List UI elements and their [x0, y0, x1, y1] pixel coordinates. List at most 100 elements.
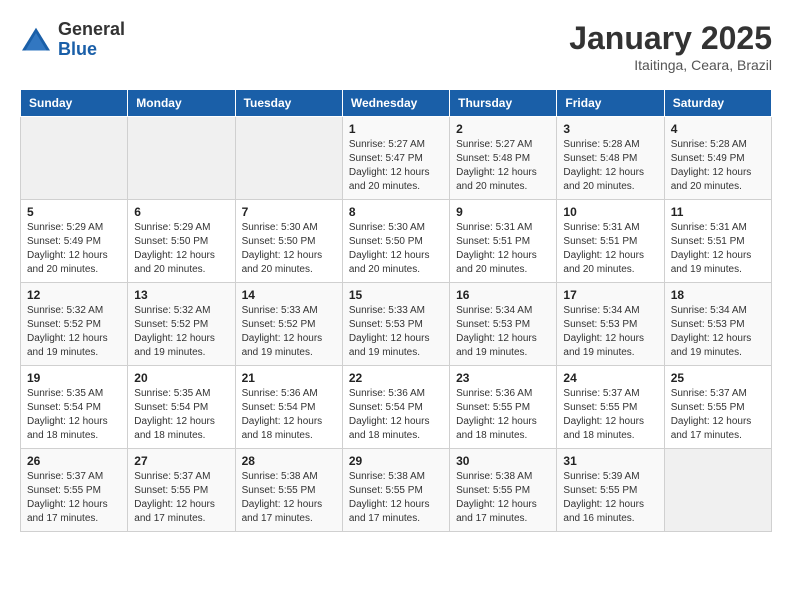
header-day-tuesday: Tuesday	[235, 90, 342, 117]
header-day-saturday: Saturday	[664, 90, 771, 117]
calendar-cell: 7 Sunrise: 5:30 AM Sunset: 5:50 PM Daylig…	[235, 200, 342, 283]
day-number: 2	[456, 122, 550, 136]
day-info: Sunrise: 5:39 AM Sunset: 5:55 PM Dayligh…	[563, 470, 657, 526]
calendar-cell: 17 Sunrise: 5:34 AM Sunset: 5:53 PM Dayli…	[557, 283, 664, 366]
day-info: Sunrise: 5:34 AM Sunset: 5:53 PM Dayligh…	[671, 304, 765, 360]
day-number: 11	[671, 205, 765, 219]
day-number: 6	[134, 205, 228, 219]
calendar-cell: 16 Sunrise: 5:34 AM Sunset: 5:53 PM Dayli…	[450, 283, 557, 366]
calendar-cell: 25Sunrise: 5:37 AM Sunset: 5:55 PM Dayli…	[664, 366, 771, 449]
day-number: 16	[456, 288, 550, 302]
page-header: General Blue January 2025 Itaitinga, Cea…	[20, 20, 772, 73]
day-number: 23	[456, 371, 550, 385]
title-block: January 2025 Itaitinga, Ceara, Brazil	[569, 20, 772, 73]
day-info: Sunrise: 5:32 AM Sunset: 5:52 PM Dayligh…	[134, 304, 228, 360]
day-number: 14	[242, 288, 336, 302]
calendar-week-row: 5Sunrise: 5:29 AM Sunset: 5:49 PM Daylig…	[21, 200, 772, 283]
calendar-cell: 31 Sunrise: 5:39 AM Sunset: 5:55 PM Dayli…	[557, 449, 664, 532]
day-info: Sunrise: 5:30 AM Sunset: 5:50 PM Dayligh…	[242, 221, 336, 277]
logo-general-text: General	[58, 20, 125, 40]
header-day-wednesday: Wednesday	[342, 90, 449, 117]
calendar-cell: 26 Sunrise: 5:37 AM Sunset: 5:55 PM Dayli…	[21, 449, 128, 532]
day-info: Sunrise: 5:38 AM Sunset: 5:55 PM Dayligh…	[242, 470, 336, 526]
calendar-cell: 24 Sunrise: 5:37 AM Sunset: 5:55 PM Dayli…	[557, 366, 664, 449]
calendar-header-row: SundayMondayTuesdayWednesdayThursdayFrid…	[21, 90, 772, 117]
day-number: 30	[456, 454, 550, 468]
day-number: 24	[563, 371, 657, 385]
day-number: 17	[563, 288, 657, 302]
calendar-cell: 3 Sunrise: 5:28 AM Sunset: 5:48 PM Daylig…	[557, 117, 664, 200]
day-info: Sunrise: 5:31 AM Sunset: 5:51 PM Dayligh…	[671, 221, 765, 277]
calendar-week-row: 1 Sunrise: 5:27 AM Sunset: 5:47 PM Daylig…	[21, 117, 772, 200]
day-info: Sunrise: 5:30 AM Sunset: 5:50 PM Dayligh…	[349, 221, 443, 277]
day-number: 9	[456, 205, 550, 219]
day-info: Sunrise: 5:38 AM Sunset: 5:55 PM Dayligh…	[456, 470, 550, 526]
calendar-cell: 11 Sunrise: 5:31 AM Sunset: 5:51 PM Dayli…	[664, 200, 771, 283]
day-info: Sunrise: 5:37 AM Sunset: 5:55 PM Dayligh…	[563, 387, 657, 443]
day-info: Sunrise: 5:36 AM Sunset: 5:54 PM Dayligh…	[242, 387, 336, 443]
day-info: Sunrise: 5:35 AM Sunset: 5:54 PM Dayligh…	[27, 387, 121, 443]
calendar-cell: 12Sunrise: 5:32 AM Sunset: 5:52 PM Dayli…	[21, 283, 128, 366]
calendar-cell: 19 Sunrise: 5:35 AM Sunset: 5:54 PM Dayli…	[21, 366, 128, 449]
calendar-cell: 2 Sunrise: 5:27 AM Sunset: 5:48 PM Daylig…	[450, 117, 557, 200]
calendar-cell: 21 Sunrise: 5:36 AM Sunset: 5:54 PM Dayli…	[235, 366, 342, 449]
logo-icon	[20, 26, 52, 54]
calendar-cell	[128, 117, 235, 200]
day-number: 26	[27, 454, 121, 468]
calendar-cell: 22Sunrise: 5:36 AM Sunset: 5:54 PM Dayli…	[342, 366, 449, 449]
day-info: Sunrise: 5:38 AM Sunset: 5:55 PM Dayligh…	[349, 470, 443, 526]
calendar-cell: 8 Sunrise: 5:30 AM Sunset: 5:50 PM Daylig…	[342, 200, 449, 283]
day-info: Sunrise: 5:27 AM Sunset: 5:47 PM Dayligh…	[349, 138, 443, 194]
header-day-sunday: Sunday	[21, 90, 128, 117]
day-info: Sunrise: 5:36 AM Sunset: 5:54 PM Dayligh…	[349, 387, 443, 443]
day-number: 20	[134, 371, 228, 385]
logo-blue-text: Blue	[58, 40, 125, 60]
day-info: Sunrise: 5:37 AM Sunset: 5:55 PM Dayligh…	[134, 470, 228, 526]
day-info: Sunrise: 5:37 AM Sunset: 5:55 PM Dayligh…	[671, 387, 765, 443]
day-number: 19	[27, 371, 121, 385]
day-info: Sunrise: 5:36 AM Sunset: 5:55 PM Dayligh…	[456, 387, 550, 443]
calendar-cell: 23 Sunrise: 5:36 AM Sunset: 5:55 PM Dayli…	[450, 366, 557, 449]
day-info: Sunrise: 5:29 AM Sunset: 5:50 PM Dayligh…	[134, 221, 228, 277]
day-info: Sunrise: 5:33 AM Sunset: 5:53 PM Dayligh…	[349, 304, 443, 360]
day-number: 27	[134, 454, 228, 468]
location: Itaitinga, Ceara, Brazil	[569, 57, 772, 73]
logo: General Blue	[20, 20, 125, 60]
calendar-table: SundayMondayTuesdayWednesdayThursdayFrid…	[20, 89, 772, 532]
day-info: Sunrise: 5:27 AM Sunset: 5:48 PM Dayligh…	[456, 138, 550, 194]
day-number: 15	[349, 288, 443, 302]
calendar-cell: 10Sunrise: 5:31 AM Sunset: 5:51 PM Dayli…	[557, 200, 664, 283]
day-info: Sunrise: 5:34 AM Sunset: 5:53 PM Dayligh…	[563, 304, 657, 360]
calendar-cell: 20Sunrise: 5:35 AM Sunset: 5:54 PM Dayli…	[128, 366, 235, 449]
day-number: 10	[563, 205, 657, 219]
day-number: 31	[563, 454, 657, 468]
calendar-week-row: 19 Sunrise: 5:35 AM Sunset: 5:54 PM Dayli…	[21, 366, 772, 449]
calendar-cell: 4 Sunrise: 5:28 AM Sunset: 5:49 PM Daylig…	[664, 117, 771, 200]
day-number: 3	[563, 122, 657, 136]
day-info: Sunrise: 5:28 AM Sunset: 5:49 PM Dayligh…	[671, 138, 765, 194]
header-day-thursday: Thursday	[450, 90, 557, 117]
day-info: Sunrise: 5:28 AM Sunset: 5:48 PM Dayligh…	[563, 138, 657, 194]
day-number: 21	[242, 371, 336, 385]
calendar-cell: 13Sunrise: 5:32 AM Sunset: 5:52 PM Dayli…	[128, 283, 235, 366]
day-info: Sunrise: 5:37 AM Sunset: 5:55 PM Dayligh…	[27, 470, 121, 526]
header-day-monday: Monday	[128, 90, 235, 117]
day-number: 1	[349, 122, 443, 136]
calendar-cell: 18 Sunrise: 5:34 AM Sunset: 5:53 PM Dayli…	[664, 283, 771, 366]
day-number: 8	[349, 205, 443, 219]
day-info: Sunrise: 5:34 AM Sunset: 5:53 PM Dayligh…	[456, 304, 550, 360]
day-number: 12	[27, 288, 121, 302]
day-number: 18	[671, 288, 765, 302]
day-number: 5	[27, 205, 121, 219]
day-number: 28	[242, 454, 336, 468]
calendar-cell	[21, 117, 128, 200]
calendar-cell: 30 Sunrise: 5:38 AM Sunset: 5:55 PM Dayli…	[450, 449, 557, 532]
day-number: 7	[242, 205, 336, 219]
calendar-cell: 15 Sunrise: 5:33 AM Sunset: 5:53 PM Dayli…	[342, 283, 449, 366]
day-number: 29	[349, 454, 443, 468]
calendar-cell: 27 Sunrise: 5:37 AM Sunset: 5:55 PM Dayli…	[128, 449, 235, 532]
day-number: 4	[671, 122, 765, 136]
calendar-cell: 5Sunrise: 5:29 AM Sunset: 5:49 PM Daylig…	[21, 200, 128, 283]
calendar-cell: 9Sunrise: 5:31 AM Sunset: 5:51 PM Daylig…	[450, 200, 557, 283]
calendar-cell: 28 Sunrise: 5:38 AM Sunset: 5:55 PM Dayli…	[235, 449, 342, 532]
